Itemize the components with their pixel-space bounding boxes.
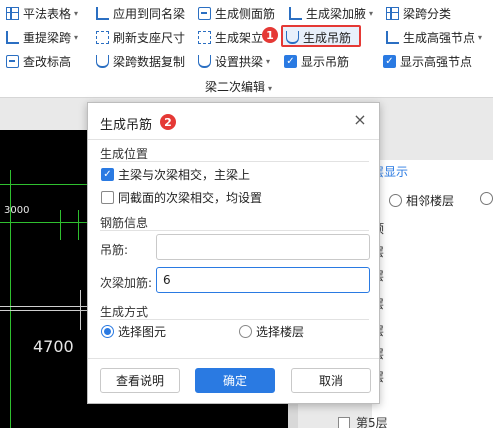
radio-icon — [480, 192, 493, 205]
refresh-support-size-button[interactable]: 刷新支座尺寸 — [96, 27, 185, 47]
secondary-rebar-label: 次梁加筋: — [100, 276, 153, 290]
ribbon-toolbar: 平法表格 ▾ 应用到同名梁 生成侧面筋 生成梁加腋 ▾ 梁跨分类 重提梁跨 ▾ 刷新支… — [0, 0, 493, 98]
chevron-down-icon: ▾ — [478, 32, 483, 42]
secondary-rebar-input[interactable] — [156, 267, 370, 293]
grid-line — [78, 210, 79, 240]
floor-item-5[interactable]: 第5层 — [338, 414, 388, 428]
check-icon: ✓ — [101, 168, 114, 181]
side-rebar-icon — [198, 6, 211, 20]
section-divider — [100, 319, 369, 320]
section-divider — [100, 161, 369, 162]
show-hanger-rebar-checkbox[interactable]: ✓ 显示吊筋 — [284, 51, 349, 71]
haunch-icon — [289, 6, 302, 20]
beam-span-category-button[interactable]: 梁跨分类 — [386, 3, 451, 23]
hanger-icon — [286, 30, 299, 44]
close-icon[interactable]: × — [351, 111, 369, 129]
main-secondary-checkbox[interactable]: ✓ 主梁与次梁相交，主梁上 — [101, 166, 250, 183]
pick-icon — [6, 30, 19, 44]
arch-icon — [198, 54, 211, 68]
step-badge-1: 1 — [262, 27, 278, 43]
generate-high-strength-node-button[interactable]: 生成高强节点 ▾ — [386, 27, 482, 47]
apply-same-name-beam-button[interactable]: 应用到同名梁 — [96, 3, 185, 23]
check-icon: ✓ — [383, 54, 396, 68]
grid-line — [60, 210, 61, 240]
refresh-icon — [96, 30, 109, 44]
checkbox-icon — [101, 191, 114, 204]
generate-haunch-rebar-button[interactable]: 生成梁加腋 ▾ — [289, 3, 373, 23]
radio-adjacent-floor[interactable]: 相邻楼层 — [389, 192, 454, 209]
dialog-title: 生成吊筋 — [100, 118, 153, 133]
radio-icon — [239, 325, 252, 338]
check-elevation-button[interactable]: 查改标高 — [6, 51, 71, 71]
section-position-title: 生成位置 — [100, 147, 149, 161]
check-icon: ✓ — [284, 54, 297, 68]
flat-table-button[interactable]: 平法表格 ▾ — [6, 3, 78, 23]
radio-icon — [389, 194, 402, 207]
ok-button[interactable]: 确定 — [195, 368, 275, 393]
axis-line — [80, 290, 81, 330]
cancel-button[interactable]: 取消 — [291, 368, 371, 393]
same-section-checkbox[interactable]: 同截面的次梁相交，均设置 — [101, 189, 262, 206]
copy-icon — [96, 54, 109, 68]
section-divider — [100, 230, 369, 231]
generate-hanger-rebar-button[interactable]: 生成吊筋 — [286, 27, 351, 47]
ribbon-group-label: 梁二次编辑 ▾ — [205, 80, 273, 94]
elevation-icon — [6, 54, 19, 68]
generate-erection-rebar-button[interactable]: 生成架立 — [198, 27, 263, 47]
dimension-label: 3000 — [4, 205, 30, 216]
show-high-strength-node-checkbox[interactable]: ✓ 显示高强节点 — [383, 51, 472, 71]
chevron-down-icon: ▾ — [268, 84, 273, 93]
section-rebar-title: 钢筋信息 — [100, 216, 149, 230]
radio-icon — [101, 325, 114, 338]
help-button[interactable]: 查看说明 — [100, 368, 180, 393]
generate-side-rebar-button[interactable]: 生成侧面筋 — [198, 3, 275, 23]
copy-span-data-button[interactable]: 梁跨数据复制 — [96, 51, 185, 71]
step-badge-2: 2 — [160, 114, 176, 130]
chevron-down-icon: ▾ — [369, 8, 374, 18]
generate-hanger-dialog: 生成吊筋 2 × 生成位置 ✓ 主梁与次梁相交，主梁上 同截面的次梁相交，均设置… — [87, 102, 380, 404]
category-icon — [386, 6, 399, 20]
re-pick-beam-span-button[interactable]: 重提梁跨 ▾ — [6, 27, 78, 47]
footer-divider — [88, 358, 379, 359]
checkbox-icon — [338, 416, 350, 428]
chevron-down-icon: ▾ — [74, 32, 79, 42]
dimension-value: 4700 — [33, 337, 74, 356]
chevron-down-icon: ▾ — [74, 8, 79, 18]
chevron-down-icon: ▾ — [266, 56, 271, 66]
apply-icon — [96, 6, 109, 20]
set-arch-beam-button[interactable]: 设置拱梁 ▾ — [198, 51, 270, 71]
radio-select-floor[interactable]: 选择楼层 — [239, 323, 304, 340]
radio-select-element[interactable]: 选择图元 — [101, 323, 166, 340]
grid-icon — [6, 6, 19, 20]
hanger-input[interactable] — [156, 234, 370, 260]
hanger-label: 吊筋: — [100, 243, 129, 257]
title-divider — [88, 139, 379, 140]
radio-more[interactable] — [480, 192, 493, 205]
node-icon — [386, 30, 399, 44]
section-method-title: 生成方式 — [100, 305, 149, 319]
erection-icon — [198, 30, 211, 44]
